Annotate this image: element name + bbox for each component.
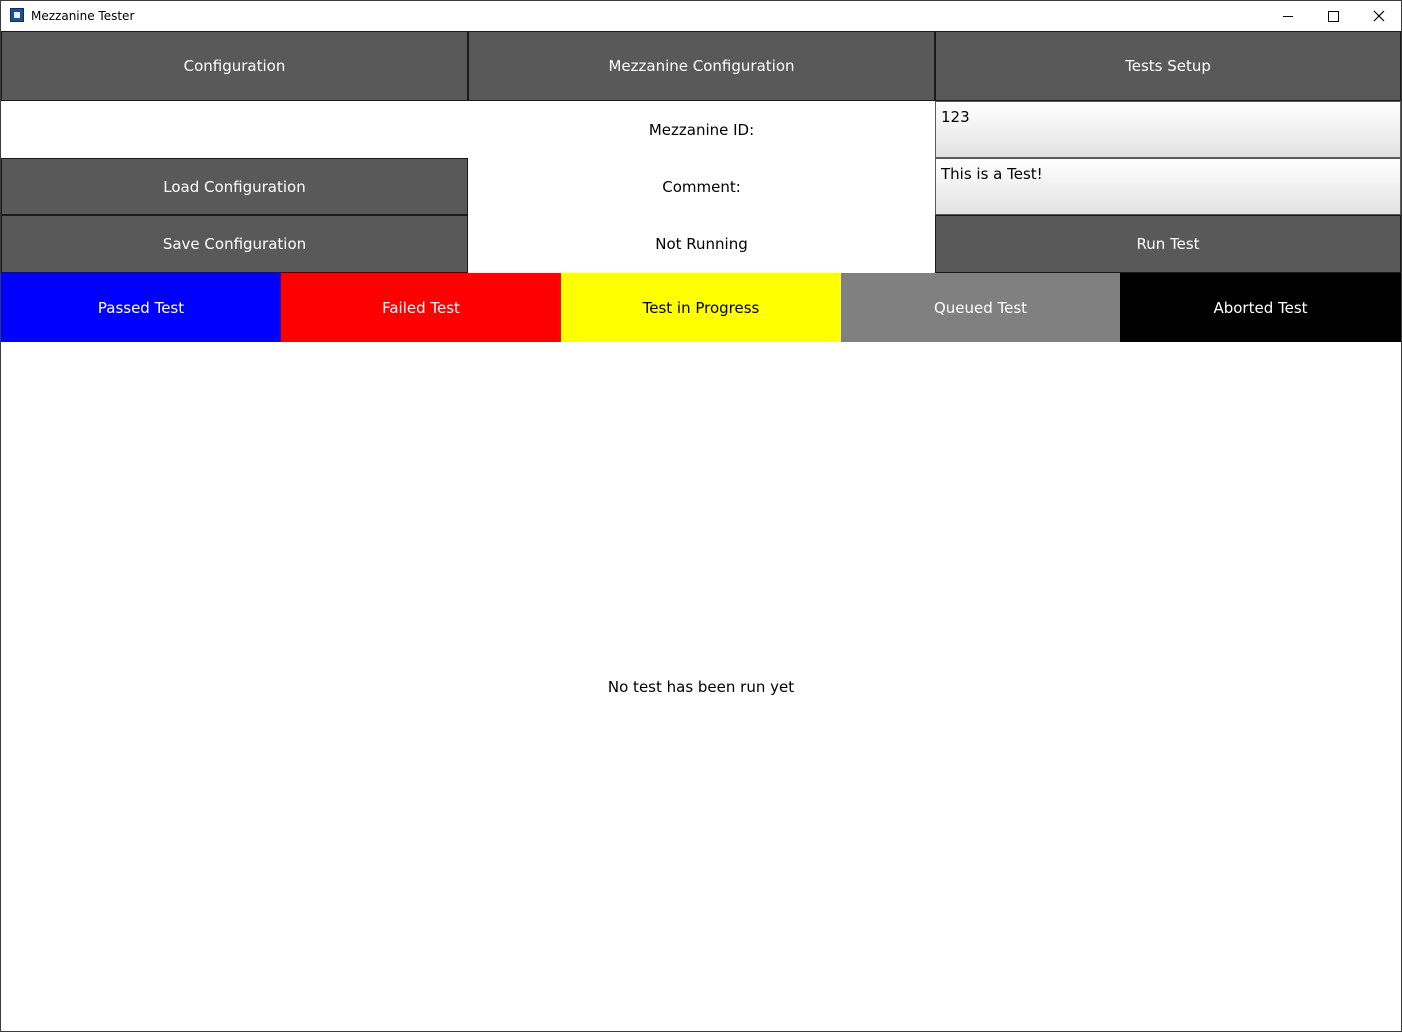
legend-test-in-progress: Test in Progress (561, 273, 841, 342)
mezzanine-id-input[interactable]: 123 (935, 101, 1401, 158)
save-configuration-button[interactable]: Save Configuration (1, 215, 468, 273)
mezzanine-configuration-tab-button[interactable]: Mezzanine Configuration (468, 31, 935, 101)
legend-failed-test: Failed Test (281, 273, 561, 342)
close-button[interactable] (1356, 1, 1402, 31)
tests-setup-tab-button[interactable]: Tests Setup (935, 31, 1401, 101)
results-empty-message: No test has been run yet (607, 678, 795, 696)
minimize-icon (1283, 15, 1293, 17)
window-title: Mezzanine Tester (31, 9, 135, 23)
maximize-button[interactable] (1310, 1, 1356, 31)
comment-input[interactable]: This is a Test! (935, 158, 1401, 215)
results-area: No test has been run yet (1, 343, 1401, 1031)
mezzanine-id-label: Mezzanine ID: (648, 120, 755, 139)
legend-aborted-test: Aborted Test (1120, 273, 1401, 342)
load-configuration-button[interactable]: Load Configuration (1, 158, 468, 215)
run-test-button[interactable]: Run Test (935, 215, 1401, 273)
app-window: Mezzanine Tester Configuration Mezzanine… (0, 0, 1402, 1032)
configuration-tab-button[interactable]: Configuration (1, 31, 468, 101)
maximize-icon (1327, 10, 1339, 22)
minimize-button[interactable] (1265, 1, 1311, 31)
run-status-label: Not Running (655, 235, 748, 253)
title-bar[interactable]: Mezzanine Tester (1, 1, 1401, 31)
legend-passed-test: Passed Test (1, 273, 281, 342)
close-icon (1373, 10, 1385, 22)
comment-label: Comment: (662, 177, 741, 196)
app-icon (10, 8, 24, 22)
legend-queued-test: Queued Test (841, 273, 1120, 342)
